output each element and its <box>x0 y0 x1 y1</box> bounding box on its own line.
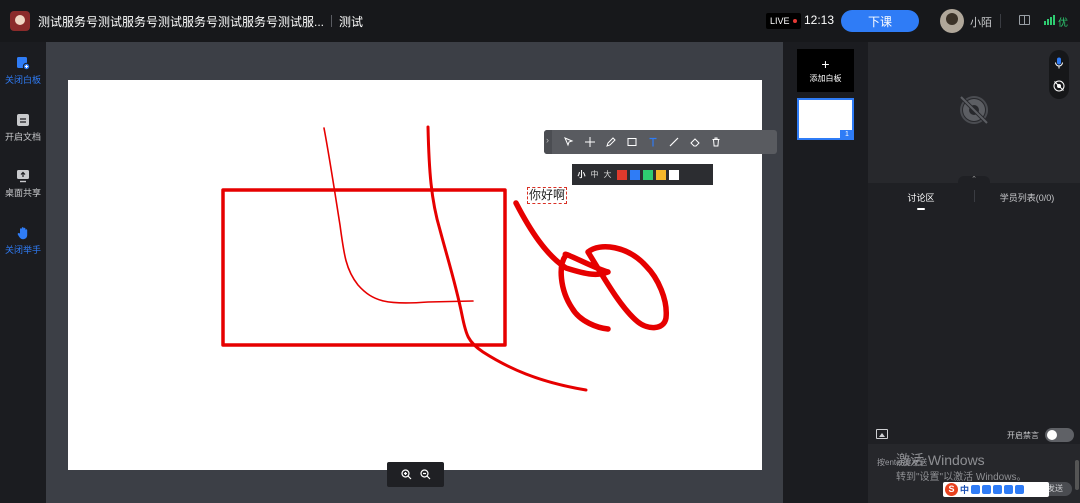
nav-label: 桌面共享 <box>4 188 41 198</box>
title-divider <box>331 15 333 27</box>
laser-pointer-icon[interactable] <box>579 130 600 154</box>
zoom-out-icon[interactable] <box>419 469 431 480</box>
zoom-controls <box>387 462 444 487</box>
image-upload-icon[interactable] <box>876 429 888 439</box>
course-title: 测试服务号测试服务号测试服务号测试服务号测试服... <box>38 14 325 29</box>
course-logo <box>10 11 30 31</box>
tab-student-list[interactable]: 学员列表(0/0) <box>974 183 1080 210</box>
raise-hand-icon <box>17 227 28 240</box>
network-signal-icon <box>1044 15 1055 25</box>
chat-toolbar: 开启禁言 <box>868 426 1080 444</box>
left-nav: 关闭白板 开启文档 桌面共享 关闭举手 <box>0 42 46 503</box>
drawing-toolbar <box>544 130 777 154</box>
drawn-curve-left <box>323 127 474 304</box>
pen-tool-icon[interactable] <box>600 130 621 154</box>
tab-label: 学员列表(0/0) <box>999 193 1055 203</box>
whiteboard-stage: 你好啊 › 小 中 大 <box>46 42 783 503</box>
color-swatch-yellow[interactable] <box>656 169 666 180</box>
live-dot-icon <box>792 19 797 23</box>
ime-language-label: 中 <box>960 485 970 495</box>
add-whiteboard-label: 添加白板 <box>809 73 842 83</box>
whiteboard-pages-column: + 添加白板 1 <box>783 42 868 503</box>
toolbar-collapse-handle[interactable] <box>544 130 552 154</box>
user-name[interactable]: 小陌 <box>970 14 992 30</box>
lesson-subtitle: 测试 <box>339 14 364 29</box>
color-swatch-red[interactable] <box>617 169 627 180</box>
drawn-loop <box>513 200 669 332</box>
nav-item-raise-hand[interactable]: 关闭举手 <box>0 220 46 270</box>
layout-toggle-icon[interactable] <box>1019 15 1030 25</box>
whiteboard-text-note[interactable]: 你好啊 <box>527 187 568 204</box>
plus-icon: + <box>821 55 830 72</box>
windows-activation-title: 激活 Windows <box>896 452 985 468</box>
right-panel: ⌃ 讨论区 学员列表(0/0) 开启禁言 按enter键发送 发送 <box>868 42 1080 503</box>
windows-activation-subtitle: 转到"设置"以激活 Windows。 <box>896 472 1027 483</box>
ime-tools-icon[interactable] <box>1015 485 1025 494</box>
ime-punctuation-icon[interactable] <box>982 485 992 494</box>
ime-skin-icon[interactable] <box>1004 485 1014 494</box>
whiteboard-canvas[interactable]: 你好啊 › 小 中 大 <box>68 80 777 470</box>
classroom-app: 测试服务号测试服务号测试服务号测试服务号测试服... 测试 LIVE 12:13… <box>0 0 1080 503</box>
rectangle-tool-icon[interactable] <box>621 130 642 154</box>
color-swatch-green[interactable] <box>643 169 653 180</box>
teacher-video: ⌃ <box>868 42 1080 184</box>
whiteboard-icon <box>17 57 30 70</box>
screen-share-icon <box>17 170 29 183</box>
microphone-icon[interactable] <box>1054 57 1064 69</box>
avatar[interactable] <box>940 9 964 33</box>
media-controls <box>1049 50 1069 99</box>
text-size-medium[interactable]: 中 <box>588 169 601 180</box>
mute-all-toggle[interactable] <box>1045 428 1074 442</box>
delete-tool-icon[interactable] <box>705 130 726 154</box>
add-whiteboard-button[interactable]: + 添加白板 <box>797 49 854 92</box>
chat-messages[interactable] <box>868 210 1080 426</box>
eraser-tool-icon[interactable] <box>684 130 705 154</box>
text-size-small[interactable]: 小 <box>575 169 588 180</box>
ime-moon-icon[interactable] <box>971 485 981 494</box>
nav-item-close-whiteboard[interactable]: 关闭白板 <box>0 50 46 100</box>
select-tool-icon[interactable] <box>558 130 579 154</box>
text-settings-panel: 小 中 大 <box>572 164 713 185</box>
text-size-large[interactable]: 大 <box>601 169 614 180</box>
tab-label: 讨论区 <box>907 193 935 203</box>
tab-discussion[interactable]: 讨论区 <box>868 183 974 210</box>
network-quality-label: 优 <box>1058 18 1068 29</box>
color-swatch-white[interactable] <box>669 169 679 180</box>
tab-divider <box>974 190 975 202</box>
live-badge: LIVE <box>766 13 801 29</box>
top-bar: 测试服务号测试服务号测试服务号测试服务号测试服... 测试 LIVE 12:13… <box>0 0 1080 42</box>
live-label: LIVE <box>770 16 790 26</box>
text-tool-icon[interactable] <box>642 130 663 154</box>
header-divider <box>1000 14 1001 28</box>
ime-logo-icon: S <box>945 483 958 496</box>
class-timer: 12:13 <box>804 13 835 27</box>
ime-toolbar[interactable]: S 中 <box>943 482 1049 497</box>
nav-item-screen-share[interactable]: 桌面共享 <box>0 163 46 213</box>
color-swatch-blue[interactable] <box>630 169 640 180</box>
nav-label: 开启文档 <box>4 132 41 142</box>
page-thumbnail[interactable]: 1 <box>797 98 854 140</box>
scrollbar-thumb[interactable] <box>1075 460 1079 490</box>
mute-all-label: 开启禁言 <box>1007 431 1039 440</box>
document-icon <box>17 114 29 126</box>
zoom-in-icon[interactable] <box>400 469 412 480</box>
nav-label: 关闭举手 <box>4 245 41 255</box>
camera-toggle-icon[interactable] <box>1053 80 1065 92</box>
nav-item-open-document[interactable]: 开启文档 <box>0 107 46 157</box>
page-number: 1 <box>840 130 854 140</box>
nav-label: 关闭白板 <box>4 75 41 85</box>
end-class-button[interactable]: 下课 <box>841 10 919 32</box>
line-tool-icon[interactable] <box>663 130 684 154</box>
ime-keyboard-icon[interactable] <box>993 485 1003 494</box>
camera-off-icon <box>959 95 989 125</box>
